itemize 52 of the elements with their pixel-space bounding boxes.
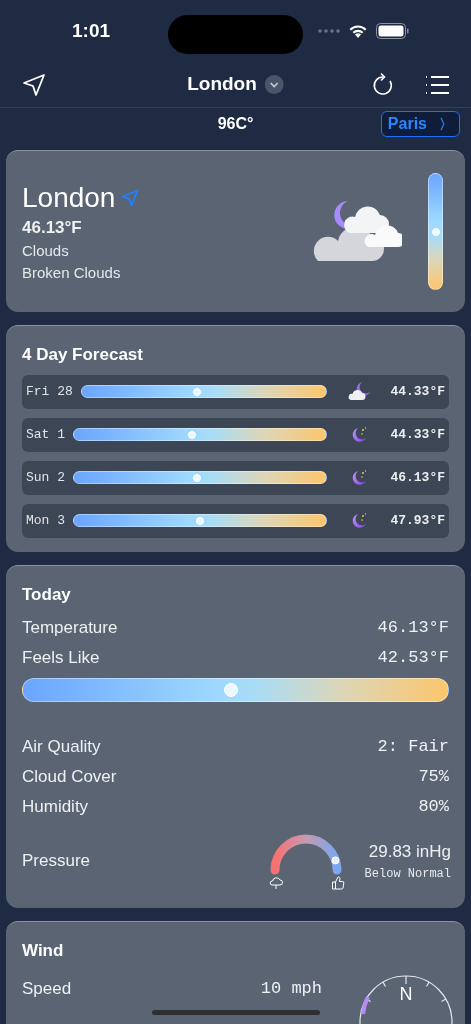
status-time: 1:01 (72, 18, 111, 43)
dropdown-chevron-icon[interactable] (264, 75, 284, 94)
card-title: Wind (22, 940, 65, 962)
rain-cloud-icon (268, 876, 283, 890)
detail-label: Temperature (22, 617, 118, 640)
current-temperature: 46.13°F (22, 216, 83, 239)
moon-stars-icon (350, 425, 368, 444)
forecast-temperature: 47.93°F (389, 511, 445, 530)
refresh-button[interactable] (371, 71, 395, 98)
city-title[interactable]: London (187, 70, 257, 99)
battery-icon (376, 23, 409, 39)
menu-button[interactable] (425, 74, 449, 95)
list-menu-icon (425, 74, 449, 95)
pressure-value: 29.83 inHg (368, 841, 451, 864)
detail-label: Air Quality (22, 736, 101, 759)
card-title: 4 Day Forecast (22, 344, 144, 366)
detail-label: Feels Like (22, 647, 100, 670)
forecast-day: Fri 28 (26, 381, 73, 402)
location-arrow-icon (121, 188, 140, 207)
next-city-button[interactable]: Paris 〉 (380, 111, 460, 137)
forecast-temperature: 46.13°F (389, 468, 445, 487)
card-title: Today (22, 583, 72, 606)
city-name: London (22, 180, 116, 215)
signal-icon (318, 29, 340, 33)
detail-value: 10 mph (260, 977, 322, 1000)
forecast-temperature: 44.33°F (389, 382, 445, 401)
compass-north-label: N (399, 984, 413, 1004)
forecast-temperature: 44.33°F (389, 425, 445, 444)
detail-value: 2: Fair (377, 736, 449, 759)
thumbs-up-icon (330, 876, 345, 890)
detail-value: 46.13°F (377, 617, 449, 640)
refresh-icon (371, 71, 395, 98)
detail-value: 75% (418, 766, 449, 789)
temperature-reading: 96C° (217, 114, 254, 134)
pressure-note: Below Normal (364, 865, 451, 883)
location-arrow-icon (22, 72, 46, 97)
detail-label: Pressure (22, 850, 91, 873)
detail-value: 80% (418, 796, 449, 819)
cloud-moon-icon (348, 382, 370, 401)
forecast-day: Sun 2 (26, 467, 65, 488)
detail-label: Speed (22, 977, 72, 1000)
moon-stars-icon (350, 511, 368, 530)
wifi-icon (348, 23, 368, 39)
weather-description: Broken Clouds (22, 262, 122, 283)
location-button[interactable] (22, 72, 46, 97)
moon-stars-icon (350, 468, 368, 487)
detail-label: Humidity (22, 796, 89, 819)
detail-label: Cloud Cover (22, 766, 117, 789)
forecast-day: Mon 3 (26, 510, 65, 531)
weather-condition: Clouds (22, 240, 70, 261)
detail-value: 42.53°F (377, 647, 449, 670)
forecast-day: Sat 1 (26, 424, 65, 445)
